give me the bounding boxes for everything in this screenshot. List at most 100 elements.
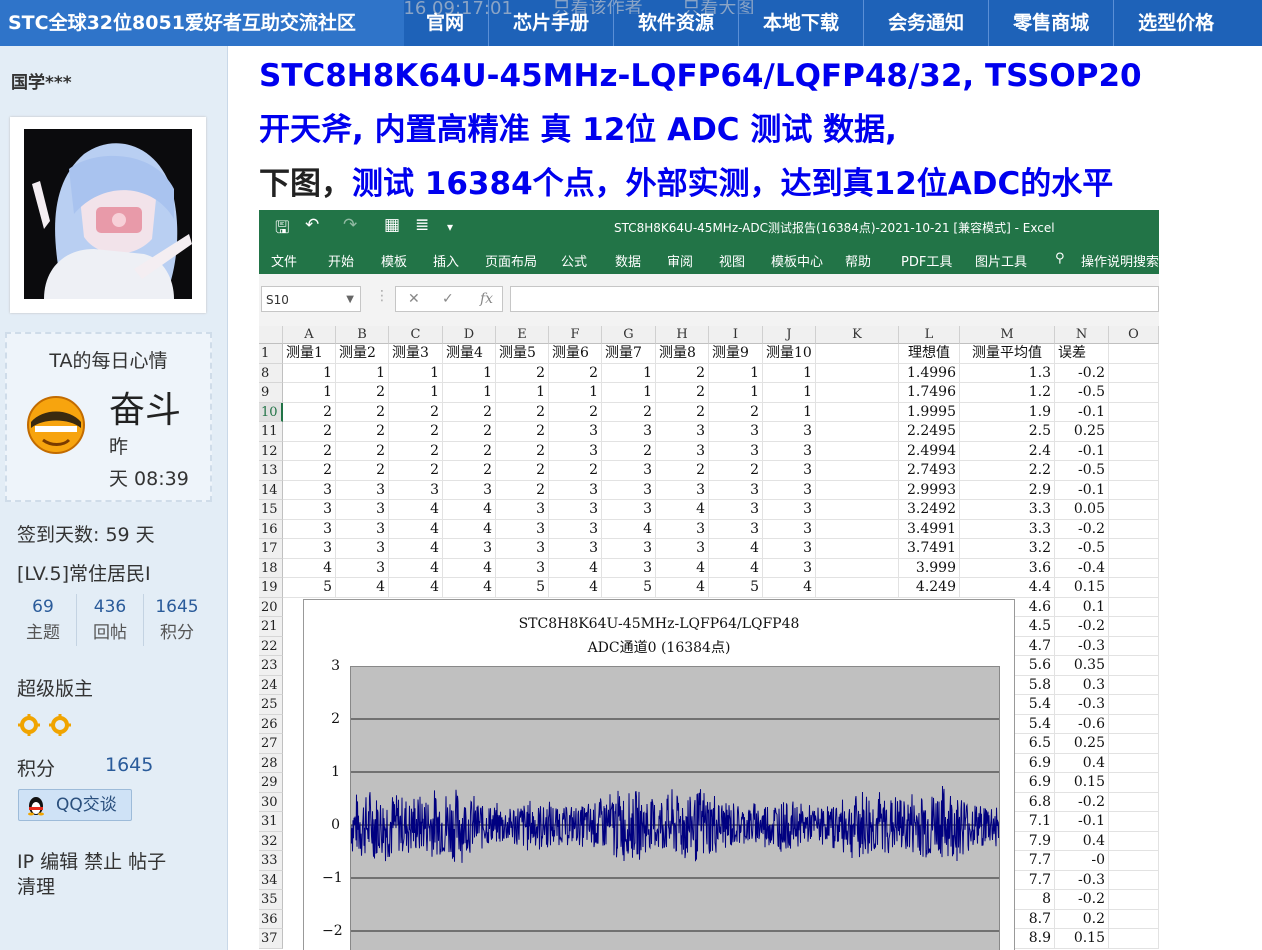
table-cell[interactable]: 3 (763, 519, 816, 539)
table-cell[interactable]: 0.2 (1055, 909, 1109, 929)
table-cell[interactable]: 3.6 (960, 558, 1055, 578)
row-header[interactable]: 37 (259, 929, 283, 949)
table-cell[interactable]: -0.2 (1055, 617, 1109, 637)
table-cell[interactable] (816, 344, 899, 364)
table-cell[interactable] (1109, 656, 1159, 676)
column-header[interactable]: G (602, 326, 656, 344)
table-cell[interactable]: 3 (496, 519, 549, 539)
table-cell[interactable]: 4 (443, 558, 496, 578)
ribbon-tab[interactable]: 公式 (561, 251, 587, 270)
row-header[interactable]: 34 (259, 870, 283, 890)
table-cell[interactable]: 测量2 (336, 344, 389, 364)
column-header[interactable]: L (899, 326, 960, 344)
table-cell[interactable]: 5 (709, 578, 763, 598)
table-cell[interactable] (1109, 812, 1159, 832)
table-cell[interactable]: 2 (656, 461, 709, 481)
table-cell[interactable]: 1 (602, 363, 656, 383)
table-cell[interactable]: 0.15 (1055, 578, 1109, 598)
table-cell[interactable]: 1 (709, 383, 763, 403)
table-cell[interactable]: 1 (443, 363, 496, 383)
table-cell[interactable]: 2 (496, 441, 549, 461)
table-cell[interactable]: 测量平均值 (960, 344, 1055, 364)
table-cell[interactable]: 2 (549, 363, 602, 383)
table-cell[interactable]: 1 (549, 383, 602, 403)
table-cell[interactable]: 4 (763, 578, 816, 598)
table-cell[interactable] (1109, 734, 1159, 754)
table-cell[interactable]: 2.7493 (899, 461, 960, 481)
table-cell[interactable]: 1 (283, 363, 336, 383)
row-header[interactable]: 27 (259, 734, 283, 754)
select-all-corner[interactable] (259, 326, 283, 344)
table-cell[interactable]: 2 (496, 363, 549, 383)
table-cell[interactable] (1109, 851, 1159, 871)
table-cell[interactable]: 0.05 (1055, 500, 1109, 520)
table-cell[interactable]: 3 (763, 480, 816, 500)
table-cell[interactable]: 2 (283, 441, 336, 461)
nav-item-notice[interactable]: 会务通知 (863, 0, 988, 46)
table-cell[interactable]: 4.4 (960, 578, 1055, 598)
table-cell[interactable] (1109, 441, 1159, 461)
table-cell[interactable]: 1.3 (960, 363, 1055, 383)
table-cell[interactable] (816, 461, 899, 481)
table-cell[interactable]: 1.2 (960, 383, 1055, 403)
table-cell[interactable]: 3 (549, 500, 602, 520)
table-cell[interactable]: 5 (496, 578, 549, 598)
user-level[interactable]: [LV.5]常住居民I (17, 559, 151, 586)
table-cell[interactable]: 3 (496, 558, 549, 578)
table-cell[interactable] (1109, 363, 1159, 383)
table-cell[interactable]: 1 (763, 402, 816, 422)
table-cell[interactable]: 3 (336, 500, 389, 520)
row-header[interactable]: 10 (259, 402, 283, 422)
table-cell[interactable]: 5 (602, 578, 656, 598)
table-cell[interactable] (1109, 909, 1159, 929)
cancel-icon[interactable]: ✕ (408, 287, 420, 311)
table-cell[interactable]: 4.249 (899, 578, 960, 598)
admin-actions[interactable]: IP 编辑 禁止 帖子 (17, 847, 166, 874)
username[interactable]: 国学*** (11, 68, 72, 93)
table-cell[interactable]: 2 (549, 402, 602, 422)
qq-chat-button[interactable]: QQ交谈 (18, 789, 132, 821)
table-cell[interactable]: 0.15 (1055, 929, 1109, 949)
row-header[interactable]: 32 (259, 831, 283, 851)
column-header[interactable]: E (496, 326, 549, 344)
row-header[interactable]: 9 (259, 383, 283, 403)
row-header[interactable]: 30 (259, 792, 283, 812)
table-cell[interactable] (1109, 773, 1159, 793)
table-cell[interactable]: 3 (496, 539, 549, 559)
avatar[interactable] (24, 129, 192, 299)
table-cell[interactable]: 3 (443, 539, 496, 559)
table-cell[interactable] (1109, 675, 1159, 695)
table-cell[interactable]: 2 (443, 402, 496, 422)
table-cell[interactable]: 2.9 (960, 480, 1055, 500)
column-header[interactable]: F (549, 326, 602, 344)
table-cell[interactable] (816, 383, 899, 403)
table-cell[interactable] (816, 480, 899, 500)
table-cell[interactable]: 3 (709, 519, 763, 539)
table-cell[interactable]: -0.1 (1055, 441, 1109, 461)
table-cell[interactable]: 测量6 (549, 344, 602, 364)
table-cell[interactable]: 4 (656, 500, 709, 520)
row-header[interactable]: 24 (259, 675, 283, 695)
table-cell[interactable]: -0.2 (1055, 792, 1109, 812)
table-cell[interactable]: 2.2495 (899, 422, 960, 442)
ribbon-tab[interactable]: PDF工具 (901, 251, 952, 270)
table-cell[interactable]: 3 (549, 422, 602, 442)
column-header[interactable]: O (1109, 326, 1159, 344)
table-cell[interactable]: 4 (443, 519, 496, 539)
table-cell[interactable]: 4 (602, 519, 656, 539)
table-cell[interactable]: -0.2 (1055, 519, 1109, 539)
row-header[interactable]: 20 (259, 597, 283, 617)
table-cell[interactable]: 2 (336, 441, 389, 461)
table-cell[interactable]: -0.5 (1055, 461, 1109, 481)
row-header[interactable]: 18 (259, 558, 283, 578)
ribbon-tab[interactable]: 模板 (381, 251, 407, 270)
table-cell[interactable]: 3 (549, 480, 602, 500)
row-header[interactable]: 12 (259, 441, 283, 461)
table-cell[interactable]: 2 (656, 383, 709, 403)
table-cell[interactable]: 5 (283, 578, 336, 598)
table-cell[interactable]: -0.1 (1055, 812, 1109, 832)
column-header[interactable]: H (656, 326, 709, 344)
table-cell[interactable]: 2 (709, 461, 763, 481)
table-cell[interactable]: 1.7496 (899, 383, 960, 403)
table-cell[interactable]: 3.999 (899, 558, 960, 578)
